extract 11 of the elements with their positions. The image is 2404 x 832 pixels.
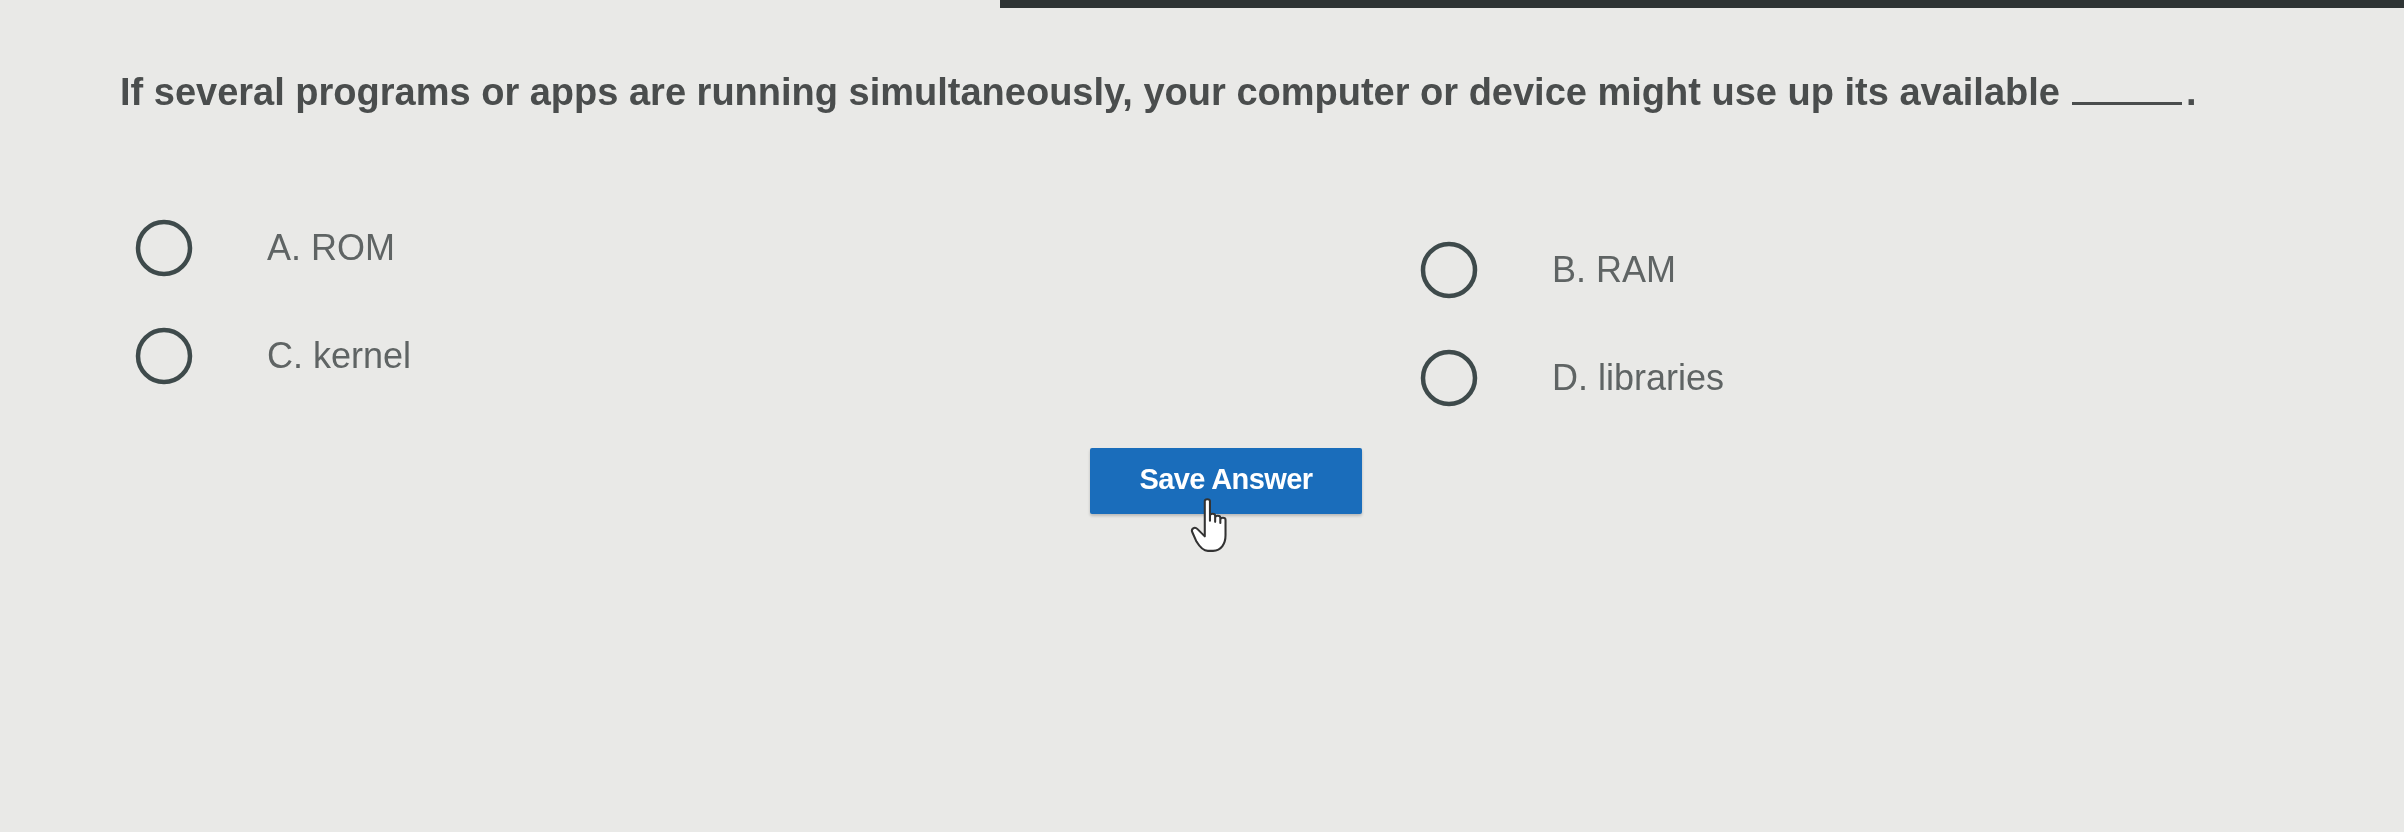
save-answer-button[interactable]: Save Answer: [1090, 448, 1362, 514]
question-period: .: [2185, 71, 2197, 114]
radio-button[interactable]: [135, 219, 193, 277]
radio-button[interactable]: [1420, 349, 1478, 407]
option-label[interactable]: C. kernel: [267, 335, 412, 377]
option-label[interactable]: A. ROM: [267, 227, 395, 269]
question-text: If several programs or apps are running simultaneously, your computer or device might use up its available: [120, 71, 2060, 114]
option-label[interactable]: B. RAM: [1552, 249, 1676, 291]
radio-button[interactable]: [1420, 241, 1478, 299]
option-label[interactable]: D. libraries: [1552, 357, 1725, 399]
radio-button[interactable]: [135, 327, 193, 385]
